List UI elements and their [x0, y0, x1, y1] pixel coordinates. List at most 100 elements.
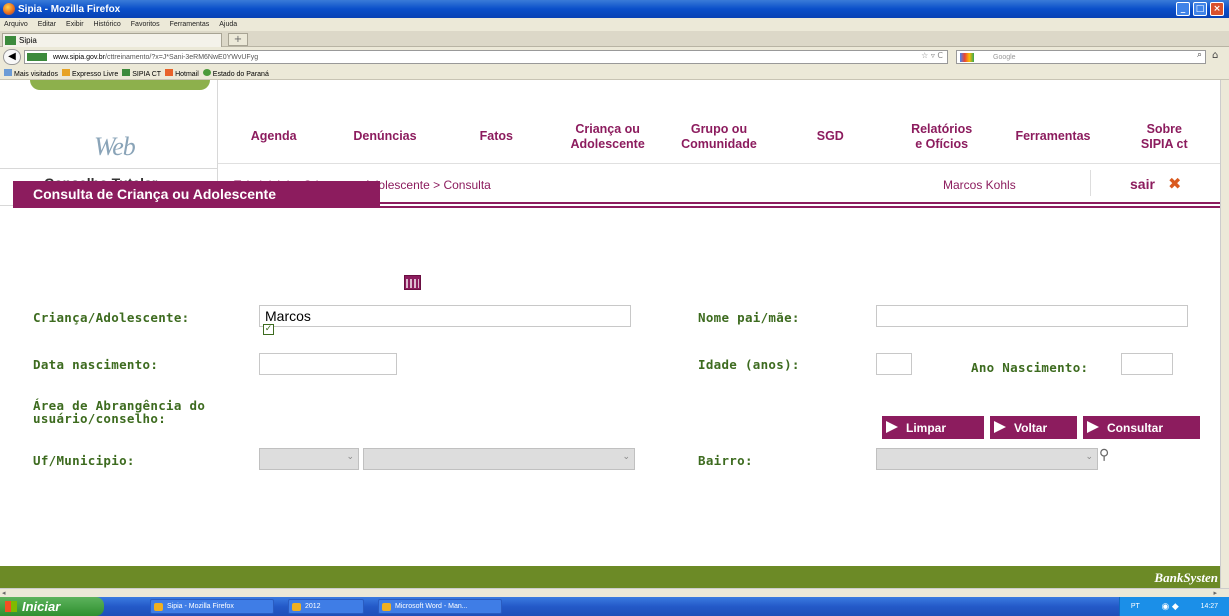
pai-mae-label: Nome pai/mãe: — [698, 310, 800, 325]
language-indicator[interactable]: PT — [1131, 603, 1140, 610]
bairro-label: Bairro: — [698, 453, 753, 468]
chevron-down-icon: ⌄ — [622, 452, 630, 462]
tray-icons[interactable]: ◉ ◆ — [1162, 601, 1179, 612]
scroll-right-icon[interactable]: ▸ — [1213, 589, 1217, 597]
bookmark-expresso-livre[interactable]: Expresso Livre — [61, 68, 119, 78]
system-tray: PT ◉ ◆ 14:27 — [1119, 597, 1229, 616]
home-icon[interactable]: ⌂ — [1212, 50, 1226, 64]
clock: 14:27 — [1200, 603, 1219, 610]
divider — [1090, 170, 1091, 196]
nav-sobre[interactable]: Sobre SIPIA ct — [1109, 110, 1220, 163]
limpar-button[interactable]: Limpar — [882, 416, 984, 439]
uf-select[interactable]: ⌄ — [259, 448, 359, 470]
close-button[interactable]: × — [1210, 2, 1224, 16]
pai-mae-input[interactable] — [876, 305, 1188, 327]
footer-bar: BankSysten — [0, 566, 1220, 588]
consultar-button[interactable]: Consultar — [1083, 416, 1200, 439]
search-bairro-icon[interactable]: ⚲ — [1099, 447, 1109, 463]
favicon-icon — [5, 36, 16, 45]
bookmark-label: Hotmail — [175, 70, 199, 78]
chevron-down-icon: ⌄ — [346, 452, 354, 462]
bookmarks-bar: Mais visitados Expresso Livre SIPIA CT H… — [0, 67, 1229, 80]
nav-denuncias[interactable]: Denúncias — [329, 110, 440, 163]
nav-agenda[interactable]: Agenda — [218, 110, 329, 163]
folder-icon — [4, 68, 12, 76]
bairro-select[interactable]: ⌄ — [876, 448, 1098, 470]
scroll-left-icon[interactable]: ◂ — [2, 589, 6, 597]
chevron-down-icon: ⌄ — [1085, 452, 1093, 462]
nav-grupo-comunidade[interactable]: Grupo ou Comunidade — [663, 110, 774, 163]
nav-sgd[interactable]: SGD — [775, 110, 886, 163]
page-content: Web Conselho Tutelar Agenda Denúncias Fa… — [0, 80, 1220, 588]
tab-sipia[interactable]: Sipia — [2, 33, 222, 47]
search-icon[interactable]: ⌕ — [1197, 50, 1202, 60]
maximize-button[interactable]: □ — [1193, 2, 1207, 16]
bookmark-icon — [165, 68, 174, 76]
logo-divider — [0, 168, 218, 169]
bookmark-label: Expresso Livre — [71, 70, 119, 78]
menu-favoritos[interactable]: Favoritos — [131, 21, 160, 28]
bookmark-hotmail[interactable]: Hotmail — [165, 68, 199, 78]
nav-ferramentas[interactable]: Ferramentas — [997, 110, 1108, 163]
logo-banner — [30, 80, 210, 90]
tab-bar: Sipia + — [0, 31, 1229, 47]
bookmark-icon — [202, 68, 211, 76]
main-nav: Agenda Denúncias Fatos Criança ou Adoles… — [218, 110, 1220, 164]
bookmark-label: Estado do Paraná — [212, 70, 269, 78]
data-nascimento-label: Data nascimento: — [33, 357, 159, 372]
google-icon[interactable] — [960, 53, 974, 62]
back-button[interactable]: ◀ — [3, 49, 21, 65]
browser-window: Sipia - Mozilla Firefox _ □ × Arquivo Ed… — [0, 0, 1229, 616]
ano-nascimento-label: Ano Nascimento: — [971, 360, 1089, 375]
url-path: /cttreinamento/?x=J*Sani-3eRM6NwE0YWvUFy… — [105, 53, 259, 61]
search-bar[interactable]: Google ⌕ — [956, 50, 1206, 64]
url-host: www.sipia.gov.br — [53, 53, 106, 61]
new-tab-button[interactable]: + — [228, 33, 248, 46]
logout-icon[interactable]: ✖ — [1168, 174, 1181, 193]
bookmark-estado-parana[interactable]: Estado do Paraná — [202, 68, 269, 78]
footer-brand: BankSysten — [1154, 570, 1218, 585]
menu-ferramentas[interactable]: Ferramentas — [170, 21, 210, 28]
vertical-scrollbar[interactable] — [1220, 80, 1229, 588]
logout-link[interactable]: sair — [1130, 176, 1155, 192]
bookmark-mais-visitados[interactable]: Mais visitados — [4, 68, 58, 78]
nav-relatorios[interactable]: Relatórios e Ofícios — [886, 110, 997, 163]
navigation-bar: ◀ www.sipia.gov.br /cttreinamento/?x=J*S… — [0, 47, 1229, 67]
municipio-select[interactable]: ⌄ — [363, 448, 635, 470]
taskbar: Iniciar Sipia - Mozilla Firefox 2012 Mic… — [0, 597, 1229, 616]
ano-nascimento-input[interactable] — [1121, 353, 1173, 375]
window-title: Sipia - Mozilla Firefox — [18, 3, 121, 15]
bookmark-sipia-ct[interactable]: SIPIA CT — [122, 68, 161, 78]
logo-web-text: Web — [94, 132, 136, 161]
site-identity-icon[interactable] — [27, 53, 47, 61]
nav-crianca-adolescente[interactable]: Criança ou Adolescente — [552, 110, 663, 163]
task-word[interactable]: Microsoft Word - Man... — [378, 599, 502, 614]
calendar-icon[interactable] — [404, 275, 421, 290]
reload-icon[interactable]: ☆ ▿ C — [921, 51, 943, 60]
menu-bar: Arquivo Editar Exibir Histórico Favorito… — [0, 18, 1229, 31]
idade-input[interactable] — [876, 353, 912, 375]
url-bar[interactable]: www.sipia.gov.br /cttreinamento/?x=J*San… — [24, 50, 948, 64]
crianca-label: Criança/Adolescente: — [33, 310, 190, 325]
title-bar: Sipia - Mozilla Firefox _ □ × — [0, 0, 1229, 18]
minimize-button[interactable]: _ — [1176, 2, 1190, 16]
search-placeholder: Google — [993, 53, 1016, 61]
horizontal-scrollbar[interactable]: ◂ ▸ — [0, 588, 1229, 597]
tab-label: Sipia — [19, 36, 37, 45]
start-button[interactable]: Iniciar — [0, 597, 104, 616]
form-title: Consulta de Criança ou Adolescente — [13, 181, 380, 207]
task-firefox[interactable]: Sipia - Mozilla Firefox — [150, 599, 274, 614]
menu-historico[interactable]: Histórico — [94, 21, 121, 28]
voltar-button[interactable]: Voltar — [990, 416, 1077, 439]
area-abrangencia-checkbox[interactable]: ✓ — [263, 324, 274, 335]
task-folder-2012[interactable]: 2012 — [288, 599, 364, 614]
menu-ajuda[interactable]: Ajuda — [219, 21, 237, 28]
data-nascimento-input[interactable] — [259, 353, 397, 375]
menu-exibir[interactable]: Exibir — [66, 21, 84, 28]
menu-editar[interactable]: Editar — [38, 21, 56, 28]
menu-arquivo[interactable]: Arquivo — [4, 21, 28, 28]
crianca-input[interactable] — [259, 305, 631, 327]
form-title-underline — [13, 206, 1220, 208]
bookmark-icon — [122, 68, 131, 76]
nav-fatos[interactable]: Fatos — [441, 110, 552, 163]
